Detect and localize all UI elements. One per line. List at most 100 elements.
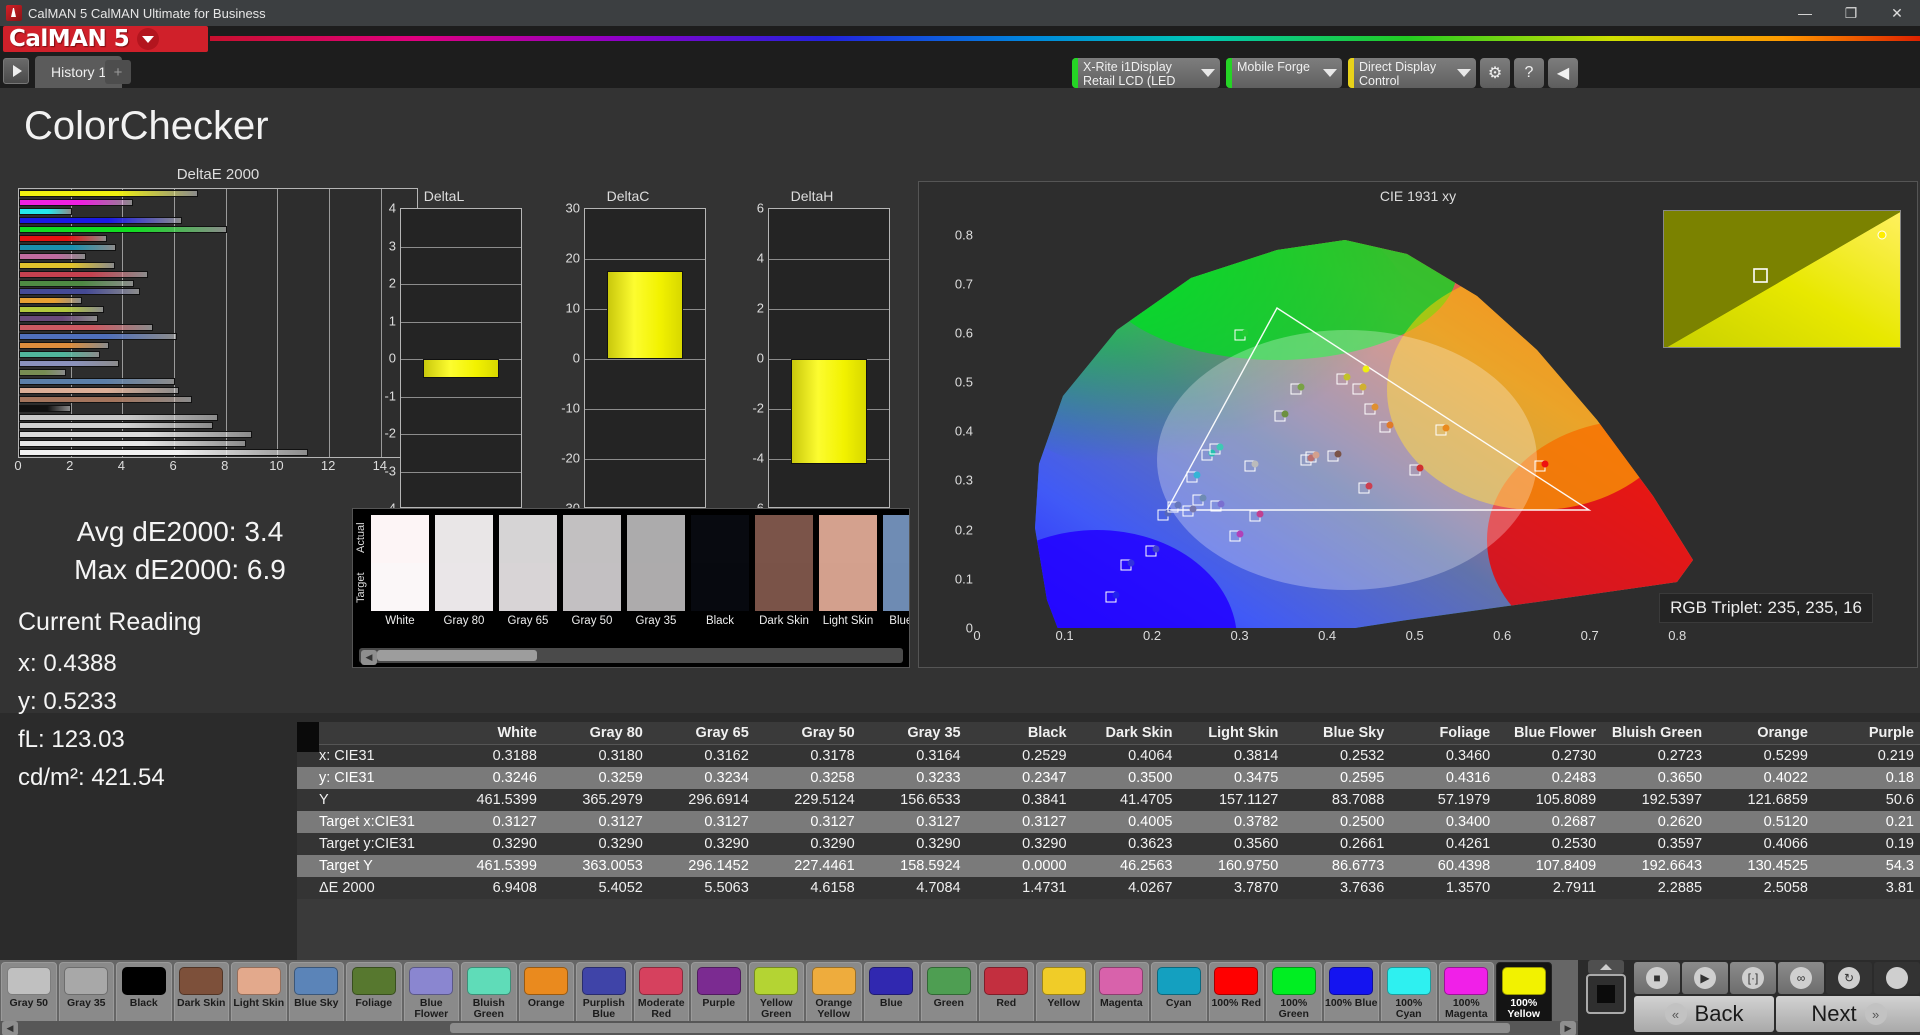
refresh-icon[interactable]: ↻ bbox=[1826, 962, 1872, 994]
scroll-right-icon[interactable]: ▶ bbox=[1560, 1020, 1576, 1035]
swatch-column[interactable]: White bbox=[371, 515, 429, 635]
patch-color-chip bbox=[639, 967, 684, 995]
table-row: ΔE 2000 6.9408 5.4052 5.5063 4.6158 4.7084 1.4… bbox=[297, 877, 1920, 899]
deltae-bar bbox=[19, 243, 116, 251]
chevron-down-icon[interactable] bbox=[137, 28, 160, 50]
workflow-dropdown[interactable]: Mobile Forge bbox=[1226, 58, 1342, 88]
display-control-dropdown[interactable]: Direct Display Control bbox=[1348, 58, 1476, 88]
gridline bbox=[585, 409, 705, 410]
patch-label: Black bbox=[129, 997, 158, 1009]
scroll-left-icon[interactable]: ◀ bbox=[361, 650, 377, 665]
meter-dropdown[interactable]: X-Rite i1Display Retail LCD (LED RGB) bbox=[1072, 58, 1220, 88]
back-button[interactable]: « Back bbox=[1634, 996, 1774, 1032]
chevron-down-icon[interactable] bbox=[1452, 58, 1476, 88]
deltae-bar bbox=[19, 386, 180, 394]
stop-square-icon[interactable] bbox=[1586, 974, 1626, 1014]
capture-controls-panel: ■ ▶ [·] ∞ ↻ « Back Next » bbox=[1578, 960, 1920, 1035]
table-cell: 0.3127 bbox=[810, 814, 855, 830]
next-button[interactable]: Next » bbox=[1776, 996, 1920, 1032]
cie-measured-point bbox=[1334, 450, 1342, 458]
deltae-bar bbox=[19, 431, 252, 439]
close-button[interactable]: ✕ bbox=[1874, 0, 1920, 26]
table-cell: 0.3475 bbox=[1234, 770, 1279, 786]
patch-label: Moderate Red bbox=[637, 997, 685, 1020]
swatch-column[interactable]: Gray 65 bbox=[499, 515, 557, 635]
play-icon[interactable]: ▶ bbox=[1682, 962, 1728, 994]
patch-scrollbar[interactable]: ◀ ▶ bbox=[0, 1020, 1578, 1035]
deltae-bar bbox=[19, 190, 199, 198]
table-cell: 1.3570 bbox=[1445, 880, 1491, 896]
tab-bar: History 1 + X-Rite i1Display Retail LCD … bbox=[0, 52, 1920, 88]
swatch-scroll-thumb[interactable] bbox=[377, 650, 537, 661]
patch-color-chip bbox=[524, 967, 569, 995]
swatch-scrollbar[interactable]: ◀ bbox=[359, 648, 903, 665]
chevron-right-icon: » bbox=[1864, 1003, 1887, 1025]
table-cell: 157.1127 bbox=[1218, 792, 1279, 808]
swatch-actual bbox=[563, 515, 621, 563]
table-column-header: Bluish Green bbox=[1602, 722, 1709, 745]
chevron-down-icon[interactable] bbox=[1318, 58, 1342, 88]
cie-measured-point bbox=[1371, 403, 1379, 411]
cie-measured-point bbox=[1152, 545, 1160, 553]
swatch-column[interactable]: Gray 35 bbox=[627, 515, 685, 635]
swatch-column[interactable]: Gray 50 bbox=[563, 515, 621, 635]
deltae-bar bbox=[19, 440, 247, 448]
cie-plot-area[interactable] bbox=[977, 210, 1721, 684]
swatch-column[interactable]: Blue Sky bbox=[883, 515, 909, 635]
maximize-button[interactable]: ❐ bbox=[1828, 0, 1874, 26]
table-cell: 461.5399 bbox=[476, 858, 537, 874]
patch-scroll-thumb[interactable] bbox=[450, 1023, 1510, 1033]
swatch-column[interactable]: Dark Skin bbox=[755, 515, 813, 635]
table-cell: 2.5058 bbox=[1763, 880, 1808, 896]
patch-label: Blue Flower bbox=[414, 997, 449, 1020]
collapse-icon[interactable]: ◀ bbox=[1548, 58, 1578, 88]
brand-menu-button[interactable]: CalMAN 5 bbox=[3, 26, 208, 52]
patch-color-chip bbox=[6, 967, 51, 995]
cie-measured-point bbox=[1365, 482, 1373, 490]
table-column-header: Light Skin bbox=[1178, 722, 1285, 745]
table-cell: 107.8409 bbox=[1535, 858, 1597, 874]
gear-icon[interactable]: ⚙ bbox=[1480, 58, 1510, 88]
table-cell: 54.3 bbox=[1885, 858, 1914, 874]
single-read-icon[interactable]: [·] bbox=[1730, 962, 1776, 994]
swatch-column[interactable]: Black bbox=[691, 515, 749, 635]
chevron-down-icon[interactable] bbox=[1196, 58, 1220, 88]
swatch-column[interactable]: Light Skin bbox=[819, 515, 877, 635]
deltae-axis-tick: 10 bbox=[269, 458, 284, 473]
help-icon[interactable]: ? bbox=[1514, 58, 1544, 88]
swatch-column[interactable]: Gray 80 bbox=[435, 515, 493, 635]
delta-bar bbox=[606, 271, 684, 359]
minimize-button[interactable]: — bbox=[1782, 0, 1828, 26]
table-cell: 0.2532 bbox=[1339, 748, 1385, 764]
swatch-target bbox=[883, 563, 909, 611]
cie-measured-point bbox=[1236, 530, 1244, 538]
scroll-left-icon[interactable]: ◀ bbox=[2, 1020, 18, 1035]
add-tab-button[interactable]: + bbox=[105, 60, 131, 84]
patch-label: 100% Cyan bbox=[1395, 997, 1423, 1020]
cie-measured-point bbox=[1216, 443, 1224, 450]
patch-color-chip bbox=[236, 967, 281, 995]
table-cell: 2.2885 bbox=[1657, 880, 1703, 896]
page-title: ColorChecker bbox=[24, 104, 269, 148]
deltae-bar bbox=[19, 377, 176, 385]
gridline bbox=[585, 359, 705, 360]
measurement-table[interactable]: White Gray 80 Gray 65 Gray 50 Gray 35 Black Da… bbox=[297, 722, 1920, 980]
patch-label: 100% Red bbox=[1211, 997, 1262, 1009]
continuous-read-icon[interactable]: ∞ bbox=[1778, 962, 1824, 994]
table-cell: 0.3650 bbox=[1657, 770, 1703, 786]
stop-icon[interactable]: ■ bbox=[1634, 962, 1680, 994]
patch-color-chip bbox=[1156, 967, 1201, 995]
table-cell: 0.18 bbox=[1885, 770, 1914, 786]
avg-de2000-label: Avg dE2000: 3.4 bbox=[76, 516, 284, 547]
deltae-bar bbox=[19, 422, 213, 430]
table-row: y: CIE31 0.3246 0.3259 0.3234 0.3258 0.3233 0.… bbox=[297, 767, 1920, 789]
table-cell: 160.9750 bbox=[1217, 858, 1279, 874]
table-cell: 2.7911 bbox=[1552, 880, 1597, 896]
play-icon[interactable] bbox=[3, 58, 29, 84]
chevron-up-icon[interactable] bbox=[1588, 960, 1624, 974]
delta-l-ticks: 43210-1-2-3-4 bbox=[366, 201, 396, 516]
deltae-bar bbox=[19, 252, 87, 260]
blank-icon[interactable] bbox=[1874, 962, 1920, 994]
axis-tick: 4 bbox=[388, 200, 396, 216]
current-reading-y: y: 0.5233 bbox=[18, 688, 117, 715]
